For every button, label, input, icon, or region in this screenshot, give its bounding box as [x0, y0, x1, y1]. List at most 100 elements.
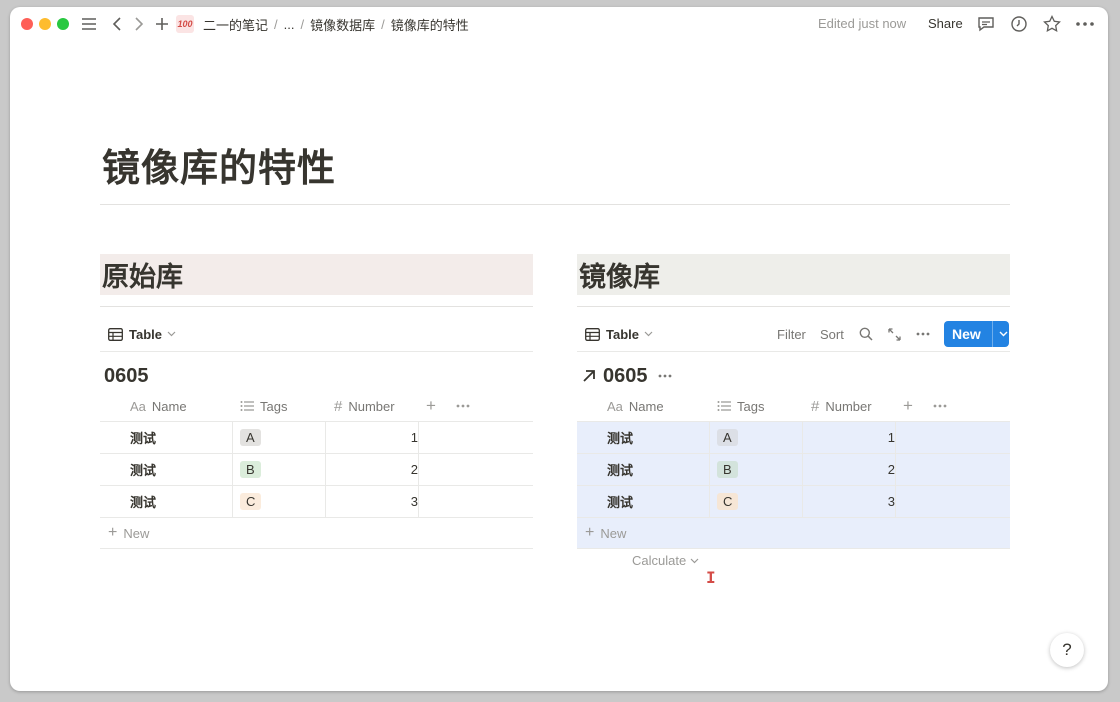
page-title[interactable]: 镜像库的特性 — [102, 145, 336, 193]
tags-cell[interactable]: C — [240, 486, 262, 517]
breadcrumb-item[interactable]: 镜像数据库 — [310, 15, 375, 34]
breadcrumb: 100 二一的笔记 / ... / 镜像数据库 / 镜像库的特性 — [176, 15, 469, 34]
number-cell[interactable]: 2 — [326, 454, 426, 485]
name-cell[interactable]: 测试 — [577, 486, 739, 517]
table-row[interactable]: 测试 A 1 — [577, 422, 1010, 454]
add-property-plus-icon[interactable]: + — [426, 391, 436, 421]
expand-icon[interactable] — [888, 321, 901, 347]
column-header-number[interactable]: # Number — [334, 391, 395, 421]
tags-cell[interactable]: B — [717, 454, 738, 485]
tags-cell[interactable]: A — [240, 422, 261, 453]
name-cell[interactable]: 测试 — [577, 422, 739, 453]
number-cell[interactable]: 3 — [326, 486, 426, 517]
more-options-icon[interactable] — [456, 391, 470, 421]
close-window-button[interactable] — [21, 18, 33, 30]
table-row[interactable]: 测试 C 3 — [577, 486, 1010, 518]
comment-icon[interactable] — [976, 14, 996, 34]
hash-icon: # — [334, 397, 343, 415]
favorite-star-icon[interactable] — [1042, 14, 1062, 34]
new-row-button[interactable]: + New — [577, 518, 1010, 549]
name-cell[interactable]: 测试 — [577, 454, 739, 485]
view-tab-table[interactable]: Table — [108, 321, 176, 347]
tag-pill: B — [717, 461, 738, 478]
number-cell[interactable]: 3 — [803, 486, 903, 517]
minimize-window-button[interactable] — [39, 18, 51, 30]
more-options-icon[interactable] — [933, 391, 947, 421]
table-row[interactable]: 测试 C 3 — [100, 486, 533, 518]
100-emoji-icon: 100 — [176, 15, 194, 33]
breadcrumb-item[interactable]: 二一的笔记 — [203, 15, 268, 34]
history-clock-icon[interactable] — [1009, 14, 1029, 34]
name-cell[interactable]: 测试 — [100, 454, 262, 485]
mirror-table: Aa Name Tags # Number + 测试 A 1 测试 B 2 测试… — [577, 391, 1010, 549]
top-bar: 100 二一的笔记 / ... / 镜像数据库 / 镜像库的特性 Edited … — [10, 7, 1108, 41]
breadcrumb-current[interactable]: 镜像库的特性 — [391, 15, 469, 34]
table-header: Aa Name Tags # Number + — [100, 391, 533, 422]
column-header-name[interactable]: Aa Name — [130, 391, 187, 421]
tags-cell[interactable]: B — [240, 454, 261, 485]
chevron-down-icon — [690, 558, 699, 564]
search-icon[interactable] — [859, 321, 873, 347]
hash-icon: # — [811, 397, 820, 415]
tag-pill: A — [717, 429, 738, 446]
sidebar-menu-icon[interactable] — [80, 15, 98, 33]
share-button[interactable]: Share — [928, 16, 963, 31]
breadcrumb-ellipsis[interactable]: ... — [284, 17, 295, 32]
text-type-icon: Aa — [130, 398, 146, 414]
list-icon — [240, 400, 254, 412]
name-cell[interactable]: 测试 — [100, 486, 262, 517]
more-options-icon[interactable] — [658, 374, 672, 378]
more-options-icon[interactable] — [916, 321, 930, 347]
back-arrow-icon[interactable] — [110, 15, 124, 33]
heading-original-db[interactable]: 原始库 — [100, 254, 533, 295]
arrow-up-right-icon — [581, 368, 597, 384]
view-label: Table — [129, 326, 162, 342]
heading-mirror-db[interactable]: 镜像库 — [577, 254, 1010, 295]
column-header-number[interactable]: # Number — [811, 391, 872, 421]
database-title[interactable]: 0605 — [104, 362, 149, 390]
app-window: 100 二一的笔记 / ... / 镜像数据库 / 镜像库的特性 Edited … — [10, 7, 1108, 691]
chevron-down-icon — [644, 331, 653, 337]
plus-icon: + — [585, 524, 595, 541]
column-header-tags[interactable]: Tags — [240, 391, 287, 421]
view-label: Table — [606, 326, 639, 342]
new-entry-button[interactable]: New — [944, 321, 1009, 347]
filter-button[interactable]: Filter — [777, 321, 806, 347]
edited-status: Edited just now — [818, 16, 907, 31]
tags-cell[interactable]: A — [717, 422, 738, 453]
tag-pill: C — [717, 493, 739, 510]
database-toolbar: Filter Sort New — [777, 321, 1010, 347]
divider — [577, 306, 1010, 307]
forward-arrow-icon[interactable] — [132, 15, 146, 33]
linked-database-title[interactable]: 0605 — [581, 362, 672, 390]
tags-cell[interactable]: C — [717, 486, 739, 517]
calculate-button[interactable]: Calculate — [632, 553, 699, 568]
zoom-window-button[interactable] — [57, 18, 69, 30]
table-icon — [108, 327, 123, 341]
text-type-icon: Aa — [607, 398, 623, 414]
new-page-plus-icon[interactable] — [154, 15, 170, 33]
divider — [577, 351, 1010, 352]
table-row[interactable]: 测试 B 2 — [100, 454, 533, 486]
table-row[interactable]: 测试 B 2 — [577, 454, 1010, 486]
divider — [100, 306, 533, 307]
number-cell[interactable]: 1 — [803, 422, 903, 453]
help-button[interactable]: ? — [1050, 633, 1084, 667]
new-row-button[interactable]: + New — [100, 518, 533, 549]
chevron-down-icon — [167, 331, 176, 337]
view-tab-table[interactable]: Table — [585, 321, 653, 347]
column-header-name[interactable]: Aa Name — [607, 391, 664, 421]
tag-pill: B — [240, 461, 261, 478]
tag-pill: A — [240, 429, 261, 446]
column-header-tags[interactable]: Tags — [717, 391, 764, 421]
sort-button[interactable]: Sort — [820, 321, 844, 347]
more-options-icon[interactable] — [1074, 14, 1096, 34]
divider — [100, 351, 533, 352]
table-row[interactable]: 测试 A 1 — [100, 422, 533, 454]
number-cell[interactable]: 1 — [326, 422, 426, 453]
number-cell[interactable]: 2 — [803, 454, 903, 485]
add-property-plus-icon[interactable]: + — [903, 391, 913, 421]
name-cell[interactable]: 测试 — [100, 422, 262, 453]
chevron-down-icon[interactable] — [993, 331, 1008, 337]
table-icon — [585, 327, 600, 341]
